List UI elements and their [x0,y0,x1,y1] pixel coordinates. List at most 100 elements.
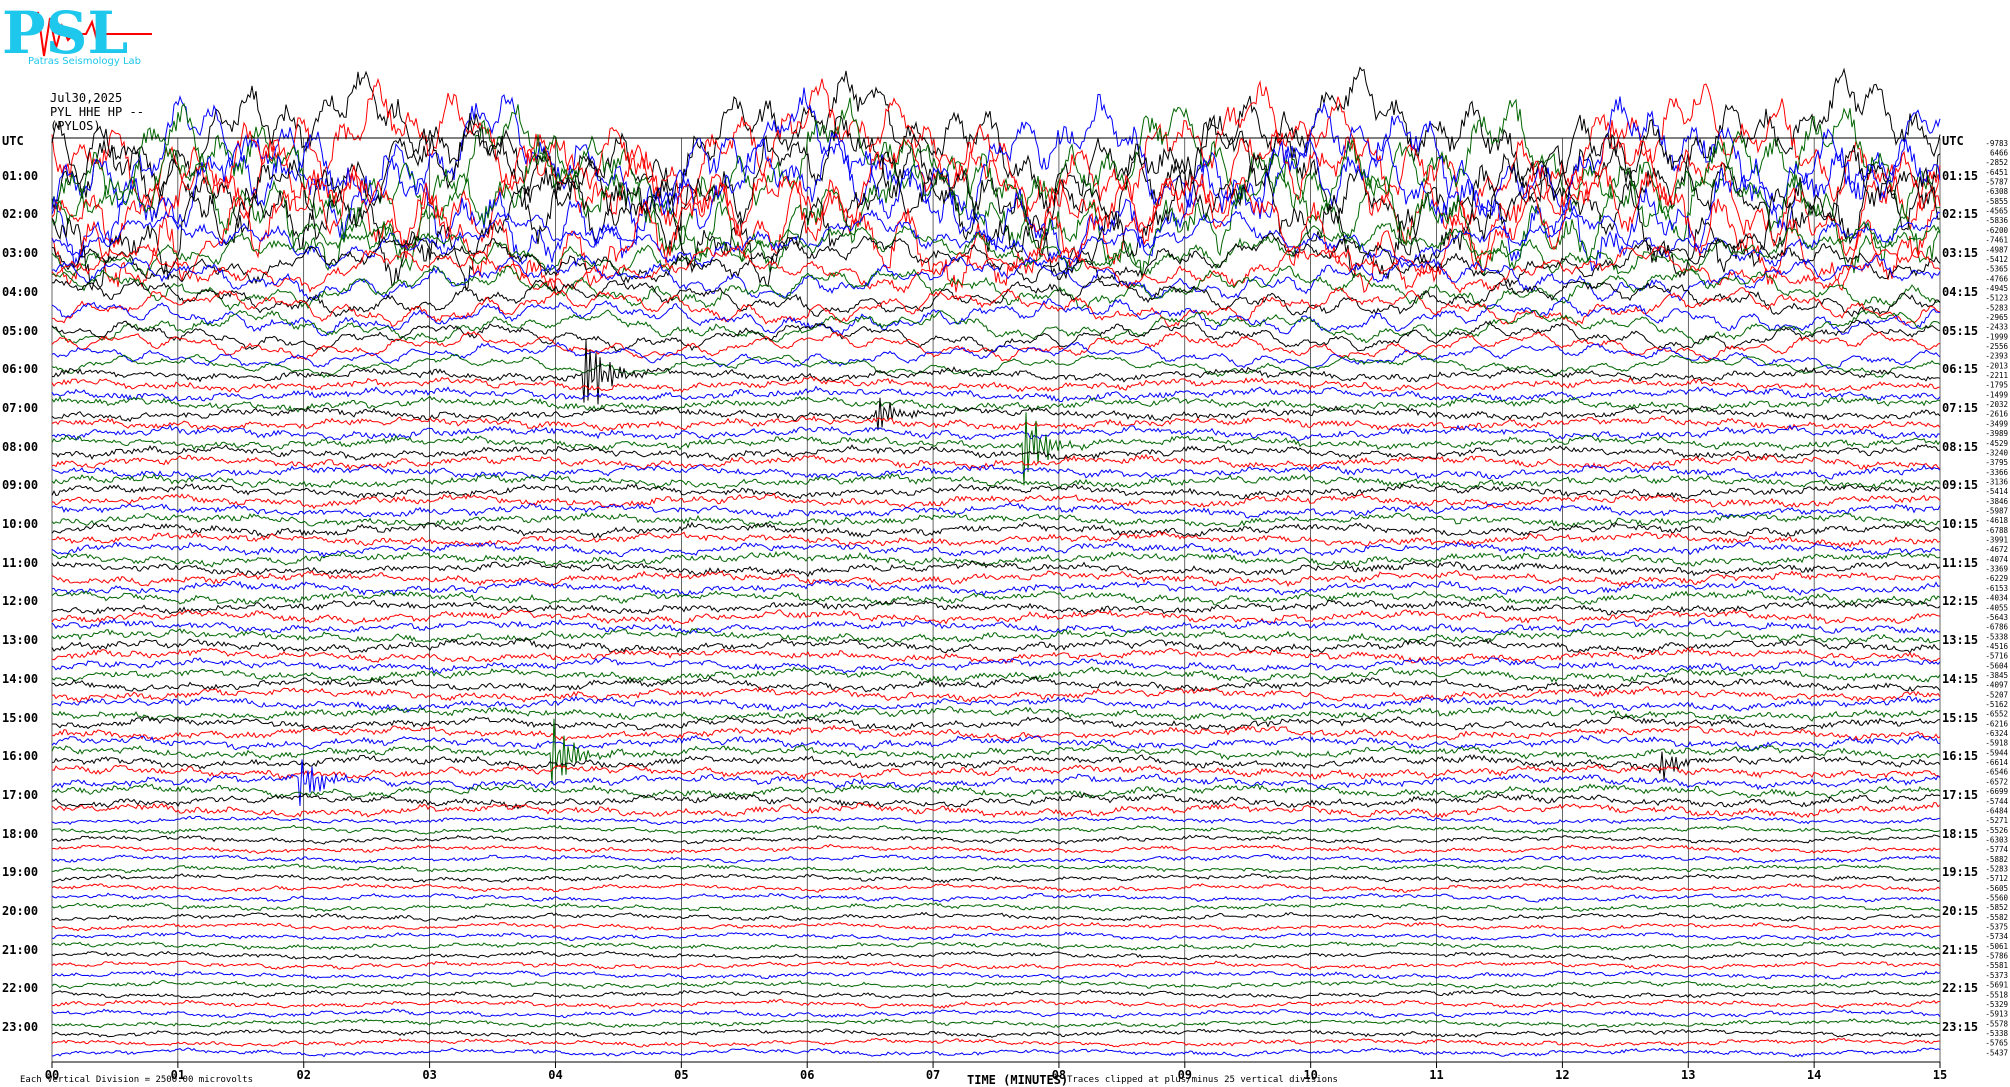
offset-label-33: -3795 [1985,458,2008,467]
plot-frame [51,137,1941,1068]
x-tick-label-13: 13 [1681,1068,1695,1080]
offset-label-68: -5744 [1985,797,2008,806]
offset-label-53: -5716 [1985,652,2008,661]
left-hour-label: 15:00 [2,710,39,725]
offset-label-61: -6324 [1985,729,2008,738]
right-hour-label: 15:15 [1942,710,1979,725]
offset-label-24: -2211 [1985,371,2008,380]
left-hour-label: 18:00 [2,826,39,841]
right-hour-label: 17:15 [1942,787,1979,802]
trace-78 [51,892,1941,903]
right-hour-label: 09:15 [1942,478,1979,493]
offset-label-85: -5581 [1985,961,2008,970]
offset-label-66: -6572 [1985,777,2008,786]
offset-label-20: -1999 [1985,332,2008,341]
trace-92 [51,1028,1941,1038]
x-tick-label-05: 05 [674,1068,688,1080]
offset-label-40: -6788 [1985,526,2008,535]
offset-label-4: -5787 [1985,178,2008,187]
right-hour-label: 05:15 [1942,323,1979,338]
right-hour-label: 06:15 [1942,362,1979,377]
x-tick-label-04: 04 [548,1068,562,1080]
offset-label-42: -4672 [1985,545,2008,554]
offset-label-9: -6200 [1985,226,2008,235]
offset-label-15: -4945 [1985,284,2008,293]
offset-label-52: -4516 [1985,642,2008,651]
x-tick-label-11: 11 [1429,1068,1443,1080]
trace-1 [51,77,1941,231]
right-hour-label: 19:15 [1942,865,1979,880]
offset-label-89: -5329 [1985,1000,2008,1009]
trace-71 [51,824,1941,835]
trace-89 [51,998,1941,1010]
offset-label-54: -5604 [1985,661,2008,670]
trace-75 [51,863,1941,874]
helicorder-plot: 00 01 02 03 04 05 06 07 08 09 10 11 12 13 14 15 -978364… [45,66,2008,1080]
left-hour-label: 20:00 [2,904,39,919]
offset-label-70: -5271 [1985,816,2008,825]
offset-label-10: -7461 [1985,236,2008,245]
trace-94 [51,1047,1941,1058]
offset-label-87: -5691 [1985,981,2008,990]
trace-77 [51,882,1941,893]
right-hour-label: 16:15 [1942,749,1979,764]
offset-label-86: -5373 [1985,971,2008,980]
trace-46 [51,579,1941,597]
left-hour-label: 01:00 [2,168,39,183]
trace-43 [51,550,1941,568]
trace-34 [51,464,1941,480]
trace-48 [51,599,1941,616]
offset-label-81: -5375 [1985,923,2008,932]
trace-73 [51,844,1941,855]
left-hour-label: 03:00 [2,246,39,261]
left-hour-label: 23:00 [2,1020,39,1035]
left-hour-label: 14:00 [2,671,39,686]
right-hour-label: 12:15 [1942,594,1979,609]
trace-82 [51,931,1941,942]
trace-91 [51,1018,1941,1029]
right-hour-label: 11:15 [1942,555,1979,570]
minute-gridlines [51,138,1941,1062]
trace-69 [51,801,1941,819]
offset-label-36: -5414 [1985,487,2008,496]
offset-label-84: -5786 [1985,952,2008,961]
offset-label-79: -5852 [1985,903,2008,912]
offset-label-28: -2616 [1985,410,2008,419]
trace-58 [51,695,1941,713]
offset-label-63: -5944 [1985,748,2008,757]
x-tick-label-07: 07 [926,1068,940,1080]
trace-86 [51,970,1941,980]
right-hour-label: 20:15 [1942,904,1979,919]
offset-label-41: -3991 [1985,536,2008,545]
offset-label-43: -4074 [1985,555,2008,564]
left-hour-label: 16:00 [2,749,39,764]
right-hour-label: 22:15 [1942,981,1979,996]
trace-80 [51,911,1941,922]
offset-label-82: -5734 [1985,932,2008,941]
left-hour-label: 19:00 [2,865,39,880]
trace-72 [51,834,1941,845]
offset-label-17: -5283 [1985,303,2008,312]
trace-66 [51,759,1941,807]
offset-label-12: -5412 [1985,255,2008,264]
left-hour-label: 06:00 [2,362,39,377]
logo-letters: PSL [2,0,129,67]
left-hour-label: 17:00 [2,787,39,802]
date-label: Jul30,2025 [50,91,123,105]
left-hour-label: 08:00 [2,439,39,454]
right-hour-label: 02:15 [1942,207,1979,222]
station-label: PYL HHE HP -- [50,105,144,119]
location-label: (PYLOS) [50,119,101,133]
offset-label-92: -5338 [1985,1029,2008,1038]
offset-label-23: -2013 [1985,361,2008,370]
trace-28 [51,397,1941,431]
trace-44 [51,560,1941,577]
left-hour-label: 07:00 [2,400,39,415]
offset-label-39: -4618 [1985,516,2008,525]
offset-label-80: -5582 [1985,913,2008,922]
offset-label-27: -2032 [1985,400,2008,409]
offset-label-90: -5913 [1985,1010,2008,1019]
left-hour-label: 13:00 [2,633,39,648]
offset-label-93: -5765 [1985,1039,2008,1048]
offset-label-32: -3240 [1985,448,2008,457]
